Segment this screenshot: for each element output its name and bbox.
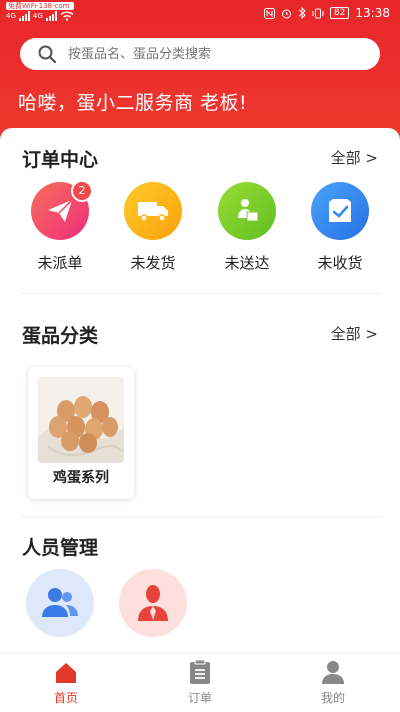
category-card[interactable]: 鸡蛋系列 — [28, 367, 134, 499]
wifi-icon — [60, 11, 74, 21]
search-input[interactable] — [66, 45, 350, 63]
order-item-unreceived[interactable]: 未收货 — [293, 182, 387, 273]
order-icon-circle — [218, 182, 276, 240]
network-type-1: 4G — [6, 12, 16, 20]
order-label: 未派单 — [37, 254, 83, 272]
clock: 13:38 — [355, 6, 390, 20]
vibrate-icon — [312, 8, 324, 18]
bottom-tab-bar: 首页 订单 我的 — [0, 652, 400, 712]
signal-icon — [18, 11, 30, 21]
search-icon — [38, 45, 56, 63]
categories-view-all-link[interactable]: 全部 > — [331, 323, 378, 344]
delivery-person-icon — [238, 199, 259, 222]
staff-section-title: 人员管理 — [22, 537, 99, 559]
status-bar: 免费WiFi-138-com 4G 4G 82 13:38 — [0, 0, 400, 28]
paper-plane-icon — [48, 199, 73, 222]
staff-group-button[interactable] — [26, 569, 94, 637]
eggs-image — [38, 377, 124, 463]
orders-view-all-link[interactable]: 全部 > — [331, 147, 378, 168]
section-divider — [22, 293, 382, 294]
signal-icon — [45, 11, 57, 21]
order-label: 未送达 — [224, 254, 270, 272]
bluetooth-icon — [298, 7, 306, 19]
truck-icon — [138, 202, 168, 222]
home-icon — [56, 663, 76, 683]
order-icon-circle: 2 — [31, 180, 93, 240]
carrier-tag: 免费WiFi-138-com — [6, 2, 74, 10]
tab-home[interactable]: 首页 — [26, 659, 106, 706]
tab-orders[interactable]: 订单 — [160, 659, 240, 706]
alarm-icon — [281, 9, 291, 18]
network-type-2: 4G — [32, 12, 43, 20]
tab-mine[interactable]: 我的 — [293, 659, 373, 706]
search-bar[interactable] — [20, 38, 380, 70]
tab-label: 订单 — [187, 691, 212, 705]
order-label: 未发货 — [130, 254, 176, 272]
battery-indicator: 82 — [329, 7, 350, 19]
order-label: 未收货 — [317, 254, 363, 272]
staff-person-button[interactable] — [119, 569, 187, 637]
order-item-unshipped[interactable]: 未发货 — [106, 182, 200, 273]
category-label: 鸡蛋系列 — [53, 470, 109, 486]
nfc-icon — [263, 7, 275, 19]
section-divider — [22, 516, 382, 517]
clipboard-icon — [190, 659, 210, 684]
users-icon — [42, 588, 78, 617]
categories-section-title: 蛋品分类 — [22, 325, 99, 347]
tab-label: 我的 — [320, 691, 345, 705]
orders-section-title: 订单中心 — [22, 149, 99, 171]
order-item-undelivered[interactable]: 未送达 — [200, 182, 294, 273]
user-icon — [322, 661, 344, 684]
order-icon-circle — [311, 182, 369, 240]
tab-label: 首页 — [53, 691, 78, 705]
greeting-text: 哈喽，蛋小二服务商 老板! — [18, 92, 248, 114]
staff-person-icon — [138, 585, 168, 621]
order-item-undispatched[interactable]: 2 未派单 — [13, 180, 107, 273]
checked-box-icon — [329, 199, 351, 222]
order-badge: 2 — [71, 180, 93, 202]
order-icon-circle — [124, 182, 182, 240]
